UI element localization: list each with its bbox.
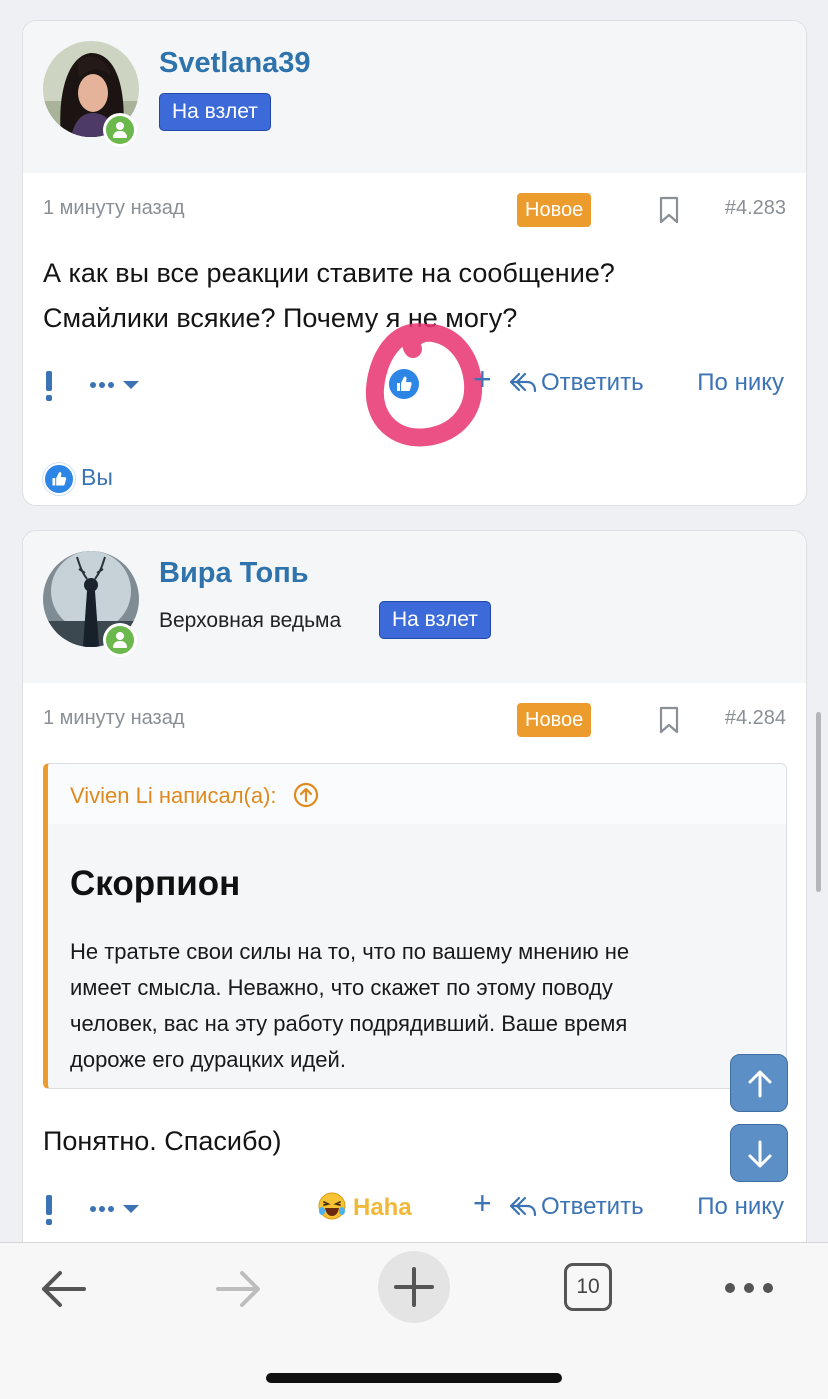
tabs-icon[interactable]: 10 <box>564 1263 612 1311</box>
quote-author: Vivien Li написал(а): <box>70 783 277 808</box>
username[interactable]: Svetlana39 <box>159 47 311 80</box>
quote-header[interactable]: Vivien Li написал(а): <box>48 764 786 824</box>
scroll-down-button[interactable] <box>730 1124 788 1182</box>
scroll-up-icon <box>748 1070 772 1098</box>
quote-block: Vivien Li написал(а): Скорпион Не тратьт… <box>43 763 787 1089</box>
new-tab-icon <box>394 1267 434 1307</box>
reaction-haha-button[interactable]: Haha <box>317 1191 412 1222</box>
tab-count: 10 <box>576 1275 600 1298</box>
username[interactable]: Вира Топь <box>159 557 309 590</box>
reply-icon <box>509 372 537 393</box>
forward-icon[interactable] <box>212 1267 264 1311</box>
new-badge: Новое <box>517 193 592 227</box>
quote-title: Скорпион <box>70 864 241 903</box>
report-icon[interactable] <box>43 1191 55 1227</box>
reaction-label: Haha <box>353 1194 412 1221</box>
bookmark-icon[interactable] <box>657 706 681 734</box>
reactions-users: Вы <box>81 464 113 490</box>
report-icon[interactable] <box>43 367 55 403</box>
home-indicator <box>266 1373 562 1383</box>
post-time[interactable]: 1 минуту назад <box>43 707 185 730</box>
quote-line: дороже его дурацких идей. <box>70 1047 346 1072</box>
quote-line: человек, вас на эту работу подрядивший. … <box>70 1011 628 1036</box>
quote-line: имеет смысла. Неважно, что скажет по это… <box>70 975 613 1000</box>
post-meta: 1 минуту назад Новое #4.283 <box>43 193 786 227</box>
reply-label: Ответить <box>541 1193 644 1220</box>
scroll-up-button[interactable] <box>730 1054 788 1112</box>
like-icon[interactable] <box>389 369 419 399</box>
quote-jump-icon[interactable] <box>293 782 319 808</box>
post-number[interactable]: #4.283 <box>725 197 786 220</box>
more-options-icon[interactable] <box>89 371 141 399</box>
quote-line: Не тратьте свои силы на то, что по вашем… <box>70 939 630 964</box>
add-reaction-icon[interactable]: + <box>473 361 492 398</box>
haha-emoji-icon <box>318 1192 346 1220</box>
like-icon <box>43 463 75 495</box>
new-badge: Новое <box>517 703 592 737</box>
post-actions: + Ответить По нику <box>43 323 786 447</box>
online-status-icon <box>103 113 137 147</box>
rank-badge: На взлет <box>159 93 271 131</box>
post-number[interactable]: #4.284 <box>725 707 786 730</box>
user-title: Верховная ведьма <box>159 609 342 632</box>
post-author-header: Вира Топь Верховная ведьма На взлет <box>23 531 806 683</box>
bookmark-icon[interactable] <box>657 196 681 224</box>
post-body: Понятно. Спасибо) <box>43 1126 282 1156</box>
more-options-icon[interactable] <box>89 1195 141 1223</box>
reply-by-nick-button[interactable]: По нику <box>697 1193 784 1221</box>
reply-by-nick-button[interactable]: По нику <box>697 369 784 397</box>
menu-icon[interactable] <box>722 1275 776 1301</box>
back-icon[interactable] <box>38 1267 90 1311</box>
post-text-line: А как вы все реакции ставите на сообщени… <box>43 258 615 288</box>
post-4283: Svetlana39 На взлет 1 минуту назад Новое… <box>22 20 807 506</box>
scroll-down-icon <box>748 1140 772 1168</box>
post-4284: Вира Топь Верховная ведьма На взлет 1 ми… <box>22 530 807 1270</box>
quote-text: Не тратьте свои силы на то, что по вашем… <box>70 934 756 1078</box>
reply-icon <box>509 1196 537 1217</box>
reply-button[interactable]: Ответить <box>509 369 644 397</box>
reply-button[interactable]: Ответить <box>509 1193 644 1221</box>
post-meta: 1 минуту назад Новое #4.284 <box>43 703 786 737</box>
reply-label: Ответить <box>541 369 644 396</box>
page-scrollbar[interactable] <box>816 712 821 892</box>
post-actions: Haha + Ответить По нику <box>43 1185 786 1229</box>
add-reaction-icon[interactable]: + <box>473 1185 492 1222</box>
new-tab-button[interactable] <box>378 1251 450 1323</box>
rank-badge: На взлет <box>379 601 491 639</box>
post-author-header: Svetlana39 На взлет <box>23 21 806 173</box>
online-status-icon <box>103 623 137 657</box>
post-time[interactable]: 1 минуту назад <box>43 197 185 220</box>
